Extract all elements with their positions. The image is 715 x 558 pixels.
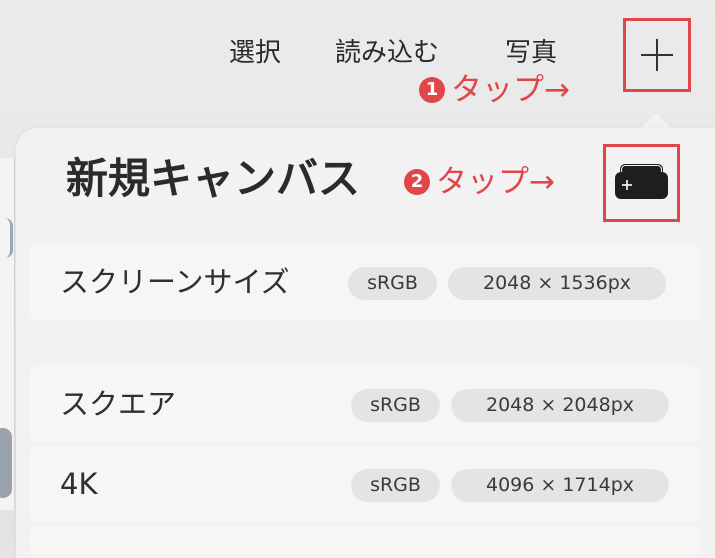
color-space-badge: sRGB xyxy=(348,267,437,300)
step-1-annotation: 1 タップ→ xyxy=(419,72,570,108)
artwork-stroke xyxy=(0,428,12,498)
preset-name: スクリーンサイズ xyxy=(60,265,290,299)
popover-title: 新規キャンバス xyxy=(66,154,361,203)
step-1-text: タップ→ xyxy=(451,72,570,108)
import-button[interactable]: 読み込む xyxy=(335,36,439,70)
preset-name: スクエア xyxy=(60,387,177,421)
step-1-number: 1 xyxy=(419,77,445,103)
canvas-size-badge: 2048 × 1536px xyxy=(448,267,666,300)
preset-name: 4K xyxy=(60,467,98,501)
photo-button[interactable]: 写真 xyxy=(505,36,557,70)
artwork-thumbnail-edge xyxy=(0,158,15,510)
popover-arrow xyxy=(640,113,672,129)
canvas-size-badge: 4096 × 1714px xyxy=(451,469,669,502)
preset-row-square[interactable]: スクエア sRGB 2048 × 2048px xyxy=(30,366,699,442)
step-2-annotation: 2 タップ→ xyxy=(404,164,555,200)
custom-canvas-button[interactable] xyxy=(603,144,680,222)
new-canvas-icon xyxy=(615,164,668,199)
step-2-number: 2 xyxy=(404,169,430,195)
step-2-text: タップ→ xyxy=(436,164,555,200)
preset-row-screen-size[interactable]: スクリーンサイズ sRGB 2048 × 1536px xyxy=(30,244,699,320)
add-canvas-button[interactable] xyxy=(623,18,691,92)
artwork-stroke xyxy=(0,218,13,258)
color-space-badge: sRGB xyxy=(351,389,440,422)
plus-icon xyxy=(641,39,673,71)
canvas-size-badge: 2048 × 2048px xyxy=(451,389,669,422)
preset-row-partial[interactable] xyxy=(30,525,699,555)
preset-row-4k[interactable]: 4K sRGB 4096 × 1714px xyxy=(30,446,699,522)
select-button[interactable]: 選択 xyxy=(229,36,281,70)
color-space-badge: sRGB xyxy=(351,469,440,502)
